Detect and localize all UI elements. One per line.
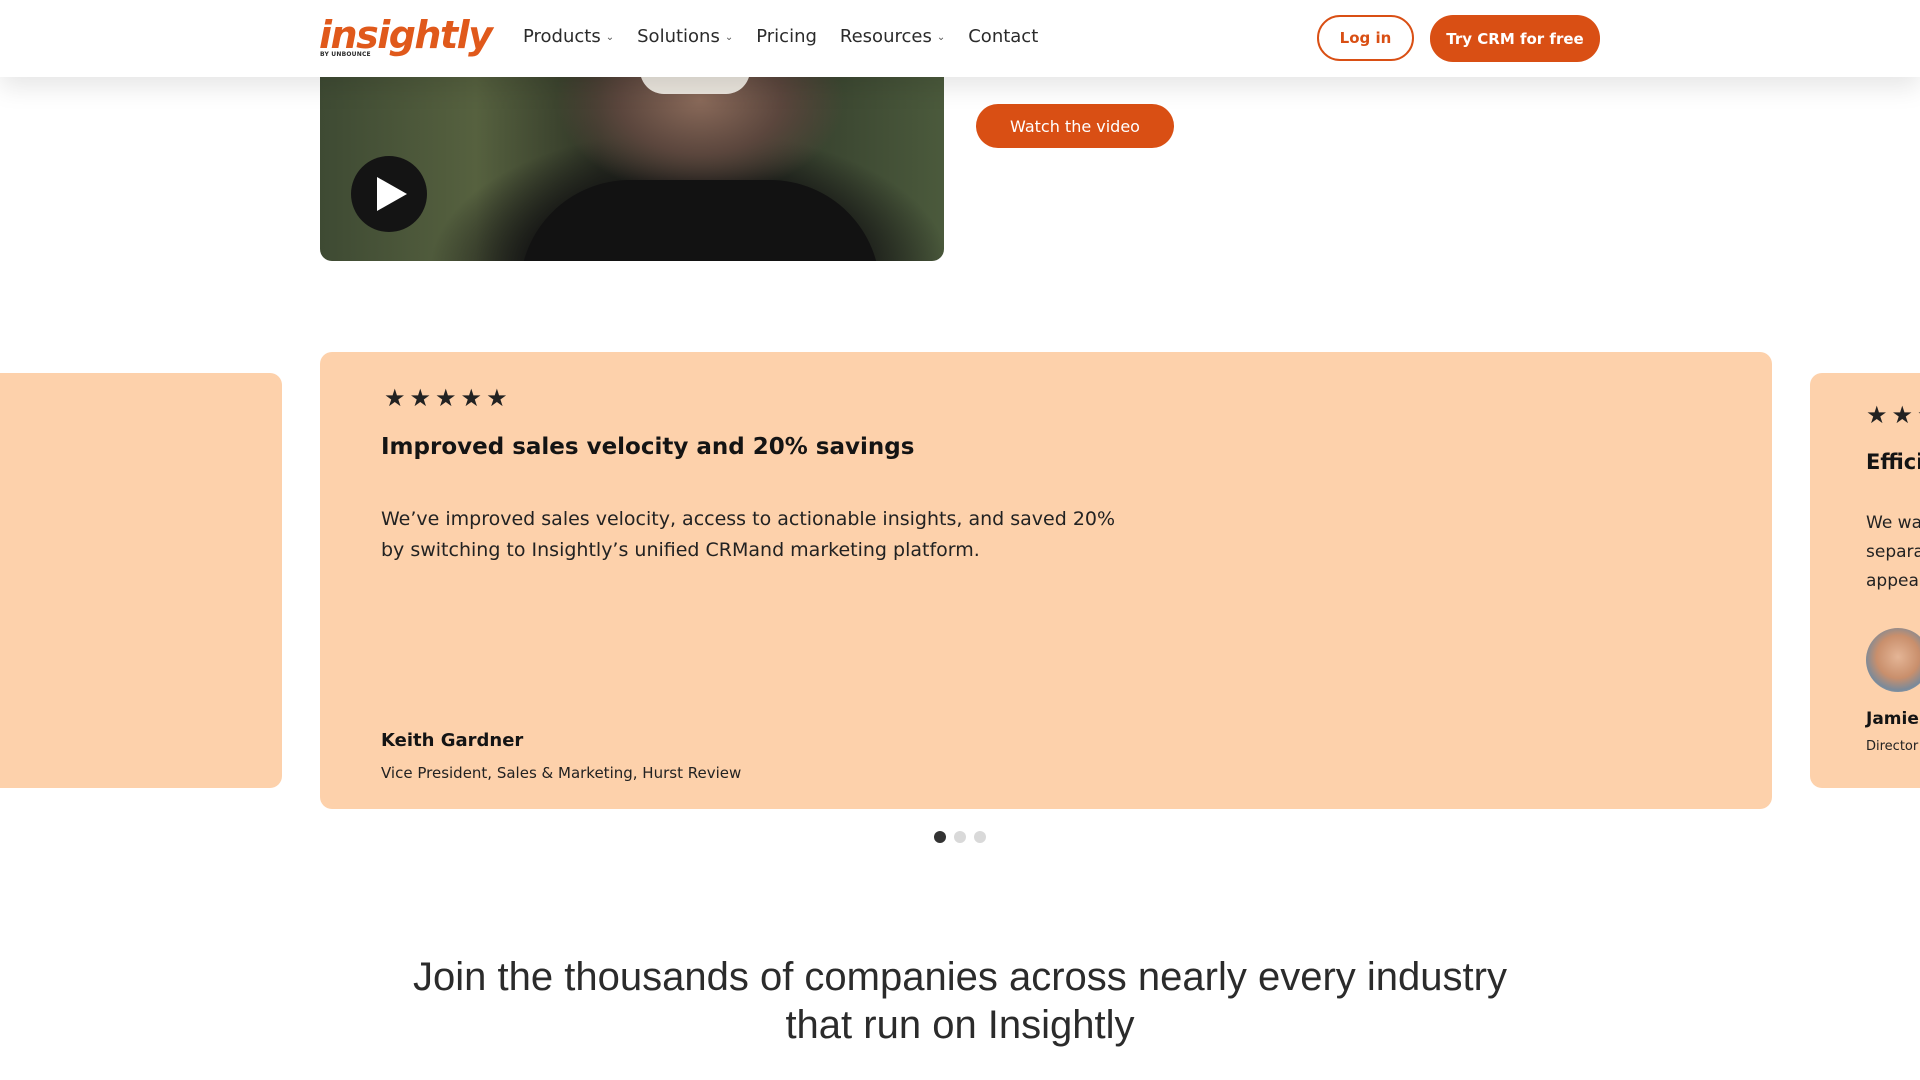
quote-line: appea [1866,571,1919,591]
carousel-dots [934,831,986,843]
nav-resources-label: Resources [839,26,932,47]
testimonial-author-role: Vice President, Sales & Marketing, Hurst… [381,764,742,782]
nav-pricing-label: Pricing [756,26,817,47]
site-header: insightly BY UNBOUNCE Products ⌄ Solutio… [0,0,1920,77]
carousel-dot-1[interactable] [934,831,946,843]
nav-pricing[interactable]: Pricing [756,26,817,47]
try-crm-button[interactable]: Try CRM for free [1430,15,1600,62]
star-icon: ★ [460,384,483,412]
nav-solutions[interactable]: Solutions ⌄ [637,26,733,47]
testimonial-card: ★ ★ ★ ★ ★ Improved sales velocity and 20… [320,352,1772,809]
play-icon [376,177,407,211]
star-icon: ★ [1891,401,1914,429]
nav-products[interactable]: Products ⌄ [523,26,614,47]
next-testimonial-quote: We wa separa appea [1866,509,1920,596]
star-icon: ★ [1866,401,1888,429]
testimonial-quote: We’ve improved sales velocity, access to… [381,508,1116,561]
nav-solutions-label: Solutions [637,26,720,47]
nav-contact-label: Contact [968,26,1039,47]
logo-wordmark: insightly [319,13,493,57]
quote-line: separa [1866,542,1920,562]
quote-line: We wa [1866,513,1920,533]
login-button[interactable]: Log in [1317,15,1414,61]
previous-testimonial-card[interactable] [0,373,282,788]
testimonial-title: Improved sales velocity and 20% savings [381,434,915,460]
star-icon: ★ [486,384,508,412]
watch-video-button[interactable]: Watch the video [976,104,1174,148]
star-icon: ★ [384,384,406,412]
next-testimonial-title: Effici [1866,450,1920,474]
avatar [1866,628,1920,692]
next-testimonial-role: Director [1866,739,1919,754]
nav-products-label: Products [523,26,601,47]
carousel-dot-3[interactable] [974,831,986,843]
star-icon: ★ [409,384,432,412]
insightly-logo[interactable]: insightly BY UNBOUNCE [319,13,493,62]
join-heading: Join the thousands of companies across n… [413,955,1507,1047]
main-nav: Products ⌄ Solutions ⌄ Pricing Resources… [523,26,1038,47]
chevron-down-icon: ⌄ [605,32,615,43]
next-testimonial-author: Jamie [1866,709,1919,729]
chevron-down-icon: ⌄ [936,32,946,43]
carousel-dot-2[interactable] [954,831,966,843]
nav-resources[interactable]: Resources ⌄ [840,26,945,47]
rating-stars: ★ ★ ★ [1866,403,1920,427]
rating-stars: ★ ★ ★ ★ ★ [384,386,508,410]
nav-contact[interactable]: Contact [968,26,1038,47]
star-icon: ★ [435,384,457,412]
next-testimonial-card[interactable]: ★ ★ ★ Effici We wa separa appea Jamie Di… [1810,373,1920,788]
play-button[interactable] [351,156,427,232]
testimonial-author: Keith Gardner [381,730,524,751]
video-frame-detail [520,180,880,261]
chevron-down-icon: ⌄ [724,32,734,43]
